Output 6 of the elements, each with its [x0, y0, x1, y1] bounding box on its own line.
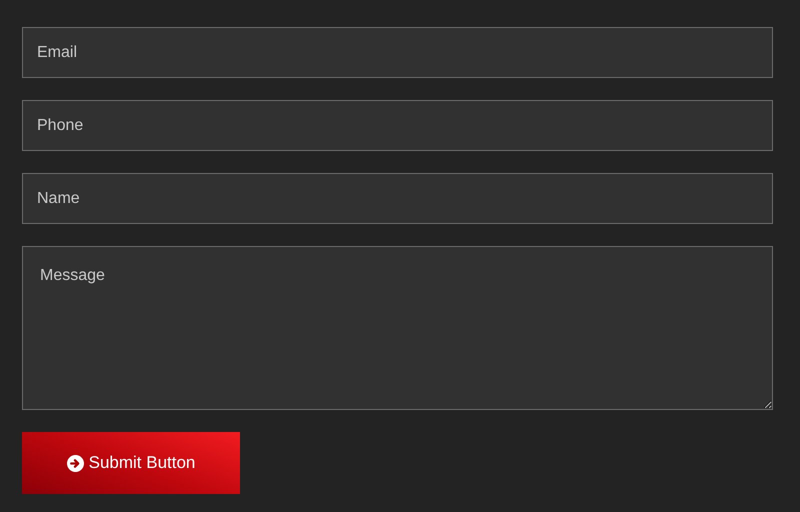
input-field[interactable]: Email — [22, 27, 773, 78]
arrow-circle-icon — [66, 454, 84, 472]
input-field[interactable]: Phone — [22, 100, 773, 151]
input-field[interactable]: Name — [22, 173, 773, 224]
submit-button[interactable]: Submit Button — [22, 432, 240, 494]
message-field[interactable]: Message — [22, 246, 773, 410]
